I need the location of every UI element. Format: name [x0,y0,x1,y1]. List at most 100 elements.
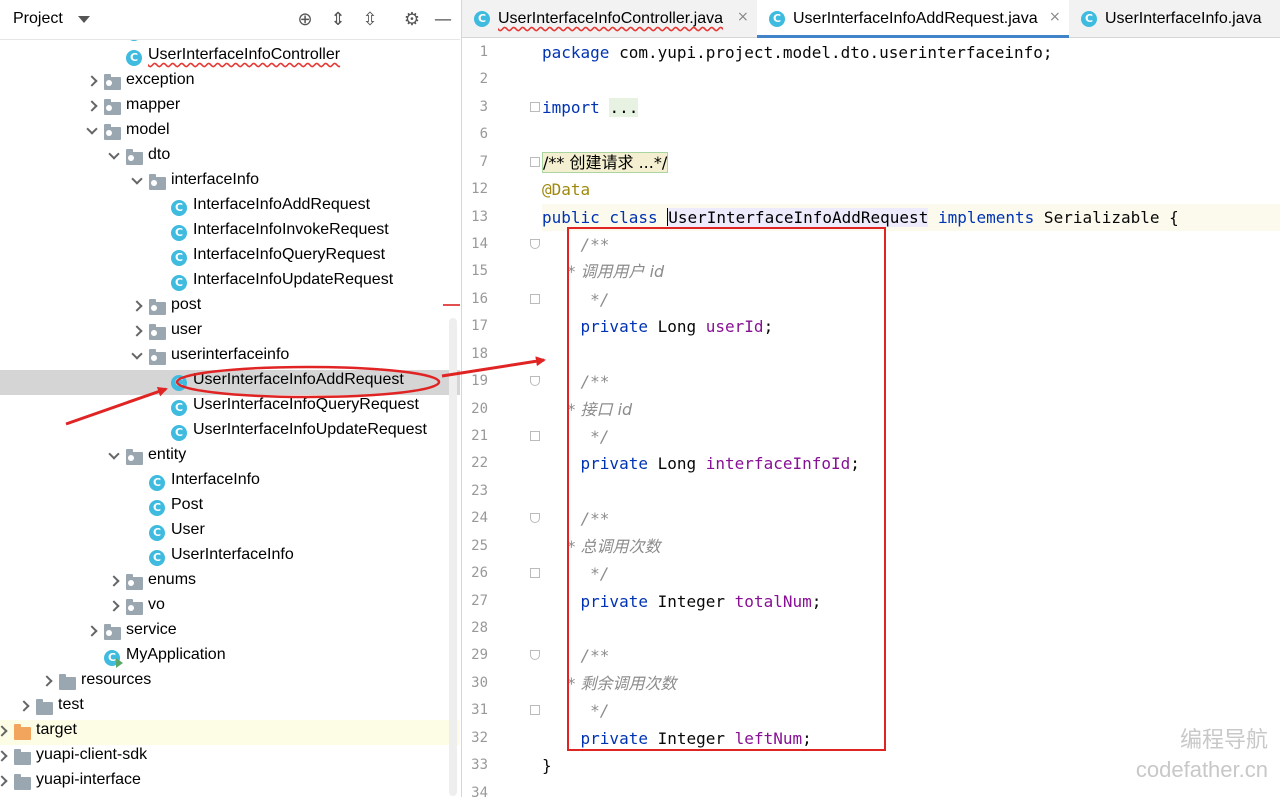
code-line[interactable]: * 剩余调用次数 [542,670,1280,697]
chevron-down-icon[interactable] [86,123,98,135]
panel-title[interactable]: Project [13,10,63,28]
tree-item-service[interactable]: service [0,620,460,645]
tree-item-enums[interactable]: enums [0,570,460,595]
tree-item-interfaceinfoqueryrequest[interactable]: C InterfaceInfoQueryRequest [0,245,460,270]
fold-marker-icon[interactable] [530,568,540,579]
code-line[interactable]: public class UserInterfaceInfoAddRequest… [542,203,1280,231]
tree-item-user[interactable]: C User [0,520,460,545]
chevron-right-icon[interactable] [131,325,143,337]
chevron-right-icon[interactable] [131,300,143,312]
tree-item-resources[interactable]: resources [0,670,460,695]
code-line[interactable]: * 接口 id [542,396,1280,423]
tree-item-dto[interactable]: dto [0,145,460,170]
tree-item-exception[interactable]: exception [0,70,460,95]
chevron-right-icon[interactable] [108,575,120,587]
chevron-down-icon[interactable] [131,173,143,185]
tree-item-interfaceinfoaddrequest[interactable]: C InterfaceInfoAddRequest [0,195,460,220]
code-line[interactable] [542,341,1280,368]
collapse-all-icon[interactable]: ⇳ [359,9,381,31]
chevron-right-icon[interactable] [108,600,120,612]
tree-item-yuapi-client-sdk[interactable]: yuapi-client-sdk [0,745,460,770]
chevron-down-icon[interactable] [108,448,120,460]
fold-marker-icon[interactable] [530,650,540,661]
code-line[interactable]: /** [542,231,1280,258]
tree-item-interfaceinfo[interactable]: C InterfaceInfo [0,470,460,495]
tree-item-entity[interactable]: entity [0,445,460,470]
tree-item-userinterfaceinfoaddrequest[interactable]: C UserInterfaceInfoAddRequest [0,370,460,395]
chevron-right-icon[interactable] [86,75,98,87]
tree-item-userinterfaceinfoqueryrequest[interactable]: C UserInterfaceInfoQueryRequest [0,395,460,420]
fold-marker-icon[interactable] [530,239,540,249]
tree-item-userinterfaceinfocontroller[interactable]: C UserInterfaceInfoController [0,45,460,70]
minimize-icon[interactable]: — [432,9,454,31]
fold-marker-icon[interactable] [530,513,540,524]
code-token: ; [802,728,812,748]
tree-item-vo[interactable]: vo [0,595,460,620]
tree-item-userinterfaceinfoupdaterequest[interactable]: C UserInterfaceInfoUpdateRequest [0,420,460,445]
chevron-right-icon[interactable] [86,625,98,637]
fold-marker-icon[interactable] [530,376,540,387]
fold-marker-icon[interactable] [530,431,540,442]
project-scrollbar[interactable] [449,318,457,796]
code-line[interactable]: */ [542,697,1280,724]
fold-marker-icon[interactable] [530,293,540,304]
code-line[interactable]: @Data [542,176,1280,203]
chevron-right-icon[interactable] [86,100,98,112]
code-line[interactable] [542,66,1280,93]
close-icon[interactable]: × [1049,9,1061,25]
code-line[interactable]: private Long userId; [542,313,1280,340]
chevron-right-icon[interactable] [0,750,8,762]
code-line[interactable]: * 总调用次数 [542,533,1280,560]
expand-all-icon[interactable]: ⇕ [327,9,349,31]
target-icon[interactable]: ⊕ [294,9,316,31]
code-line[interactable]: private Long interfaceInfoId; [542,450,1280,477]
code-line[interactable]: import ... [542,94,1280,121]
chevron-down-icon[interactable] [131,348,143,360]
code-line[interactable]: private Integer totalNum; [542,588,1280,615]
chevron-right-icon[interactable] [0,775,8,787]
tree-item-test[interactable]: test [0,695,460,720]
chevron-down-icon[interactable] [78,16,90,23]
tree-item-target[interactable]: target [0,720,460,745]
code-line[interactable] [542,478,1280,505]
tree-item-myapplication[interactable]: C MyApplication [0,645,460,670]
editor-tab[interactable]: C UserInterfaceInfoAddRequest.java × [757,0,1069,38]
editor-tab[interactable]: C UserInterfaceInfo.java [1069,0,1280,38]
fold-marker-icon[interactable] [530,705,540,716]
tree-item-interfaceinfoinvokerequest[interactable]: C InterfaceInfoInvokeRequest [0,220,460,245]
code-line[interactable]: /** 创建请求 ...*/ [542,149,1280,176]
tree-item-interfaceinfo[interactable]: interfaceInfo [0,170,460,195]
fold-marker-icon[interactable] [530,156,540,167]
chevron-right-icon[interactable] [0,725,8,737]
tree-item-user[interactable]: user [0,320,460,345]
tree-item-post[interactable]: C Post [0,495,460,520]
tree-item-userinterfaceinfo[interactable]: userinterfaceinfo [0,345,460,370]
fold-marker-icon[interactable] [530,101,540,112]
tree-item-mapper[interactable]: mapper [0,95,460,120]
tree-item-yuapi-interface[interactable]: yuapi-interface [0,770,460,795]
close-icon[interactable]: × [737,9,749,25]
code-line[interactable]: /** [542,642,1280,669]
chevron-down-icon[interactable] [108,148,120,160]
tree-item-post[interactable]: post [0,295,460,320]
code-line[interactable]: /** [542,368,1280,395]
chevron-right-icon[interactable] [18,700,30,712]
code-line[interactable]: */ [542,423,1280,450]
tree-item-model[interactable]: model [0,120,460,145]
code-line[interactable]: /** [542,505,1280,532]
tree-item-userinterfaceinfo[interactable]: C UserInterfaceInfo [0,545,460,570]
code-line[interactable]: package com.yupi.project.model.dto.useri… [542,39,1280,66]
package-folder-icon [36,699,53,715]
code-area[interactable]: package com.yupi.project.model.dto.useri… [542,38,1280,797]
code-line[interactable] [542,615,1280,642]
code-line[interactable]: */ [542,560,1280,587]
code-line[interactable] [542,121,1280,148]
editor-tab[interactable]: C UserInterfaceInfoController.java × [462,0,757,38]
code-line[interactable]: */ [542,286,1280,313]
application-class-icon: C [104,650,123,668]
code-line[interactable]: * 调用用户 id [542,258,1280,285]
gear-icon[interactable]: ⚙ [401,9,423,31]
tree-item-interfaceinfoupdaterequest[interactable]: C InterfaceInfoUpdateRequest [0,270,460,295]
class-icon: C [149,500,165,516]
chevron-right-icon[interactable] [41,675,53,687]
